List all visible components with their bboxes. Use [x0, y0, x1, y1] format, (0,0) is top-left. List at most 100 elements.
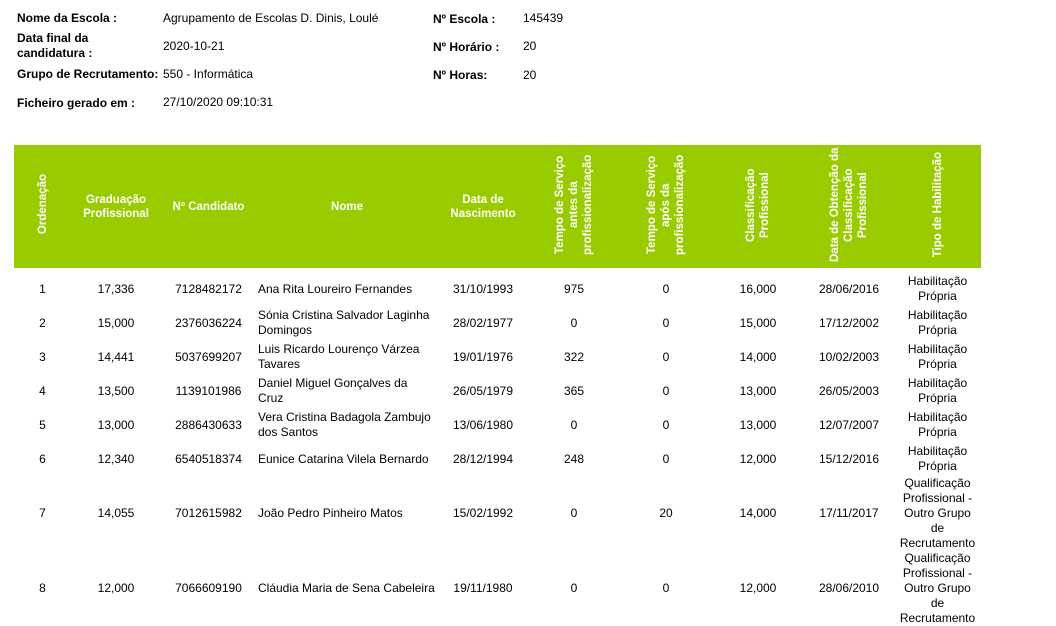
- cell-data-obtencao: 17/11/2017: [819, 506, 879, 520]
- num-escola-value: 145439: [523, 11, 564, 25]
- col-tempo-antes-header: Tempo de Serviço antes da profissionaliz…: [554, 154, 594, 255]
- cell-nome: Eunice Catarina Vilela Bernardo: [258, 451, 429, 466]
- table-header-row: Ordenação Graduação Profissional Nº Cand…: [14, 145, 981, 268]
- cell-nascimento: 28/12/1994: [452, 451, 514, 466]
- cell-nascimento: 26/05/1979: [452, 383, 514, 398]
- cell-data-obtencao: 26/05/2003: [818, 383, 880, 398]
- col-tempo-apos-header: Tempo de Serviço após da profissionaliza…: [646, 154, 686, 255]
- table-row: 4 13,500 1139101986 Daniel Miguel Gonçal…: [14, 374, 981, 408]
- cell-tempo-antes: 365: [563, 383, 585, 398]
- cell-nome: Daniel Miguel Gonçalves da Cruz: [258, 376, 408, 405]
- table-row: 2 15,000 2376036224 Sónia Cristina Salva…: [14, 306, 981, 340]
- cell-nascimento: 31/10/1993: [452, 281, 514, 296]
- cell-tempo-apos: 0: [662, 581, 670, 595]
- cell-ordenacao: 6: [39, 451, 46, 466]
- cell-tipo-habilitacao: Habilitação Própria: [907, 308, 968, 337]
- table-row: 5 13,000 2886430633 Vera Cristina Badago…: [14, 408, 981, 442]
- cell-nascimento: 28/02/1977: [452, 315, 514, 330]
- cell-candidato: 7066609190: [175, 581, 242, 595]
- col-candidato-header: Nº Candidato: [172, 200, 245, 213]
- cell-data-obtencao: 12/07/2007: [818, 417, 880, 432]
- col-data-obtencao-header: Data de Obtenção da Classificação Profis…: [829, 147, 869, 262]
- cell-tipo-habilitacao: Habilitação Própria: [907, 444, 968, 473]
- cell-candidato: 7012615982: [175, 506, 242, 520]
- cell-nome: João Pedro Pinheiro Matos: [258, 506, 403, 520]
- cell-graduacao: 13,500: [97, 383, 135, 398]
- num-horario-value: 20: [523, 39, 537, 53]
- grupo-value: 550 - Informática: [163, 67, 254, 81]
- col-graduacao-header: Graduação Profissional: [83, 193, 149, 220]
- data-final-label: Data final da candidatura :: [17, 31, 93, 60]
- escola-value: Agrupamento de Escolas D. Dinis, Loulé: [163, 11, 379, 25]
- cell-tempo-antes: 0: [570, 315, 578, 330]
- cell-classificacao: 12,000: [739, 451, 777, 466]
- cell-data-obtencao: 15/12/2016: [818, 451, 880, 466]
- ficheiro-value: 27/10/2020 09:10:31: [163, 95, 274, 109]
- cell-classificacao: 12,000: [739, 581, 777, 595]
- cell-tempo-antes: 0: [570, 417, 578, 432]
- num-escola-label: Nº Escola :: [433, 12, 496, 26]
- cell-tempo-apos: 0: [662, 315, 670, 330]
- cell-nome: Vera Cristina Badagola Zambujo dos Santo…: [258, 410, 431, 439]
- table-row: 7 14,055 7012615982 João Pedro Pinheiro …: [14, 476, 981, 551]
- cell-tempo-antes: 248: [563, 451, 585, 466]
- cell-tipo-habilitacao: Habilitação Própria: [907, 274, 968, 303]
- cell-tempo-apos: 0: [662, 383, 670, 398]
- cell-nascimento: 19/11/1980: [453, 581, 513, 595]
- cell-ordenacao: 1: [39, 281, 46, 296]
- cell-tempo-antes: 0: [570, 581, 578, 595]
- cell-ordenacao: 4: [39, 383, 46, 398]
- cell-tipo-habilitacao: Habilitação Própria: [907, 376, 968, 405]
- cell-tempo-antes: 322: [563, 349, 585, 364]
- col-tipo-habilitacao-header: Tipo de Habilitação: [931, 151, 944, 258]
- cell-tempo-antes: 975: [563, 281, 585, 296]
- cell-tempo-apos: 0: [662, 417, 670, 432]
- cell-nascimento: 13/06/1980: [452, 417, 514, 432]
- cell-graduacao: 14,441: [97, 349, 135, 364]
- cell-classificacao: 13,000: [739, 417, 777, 432]
- table-row: 6 12,340 6540518374 Eunice Catarina Vile…: [14, 442, 981, 476]
- cell-nascimento: 19/01/1976: [452, 349, 514, 364]
- col-nome-header: Nome: [331, 200, 363, 213]
- cell-graduacao: 12,000: [97, 581, 135, 595]
- cell-nome: Cláudia Maria de Sena Cabeleira: [258, 581, 435, 595]
- cell-classificacao: 14,000: [739, 349, 777, 364]
- cell-tempo-apos: 0: [662, 349, 670, 364]
- col-ordenacao-header: Ordenação: [36, 174, 49, 235]
- cell-candidato: 2886430633: [175, 417, 242, 432]
- cell-candidato: 1139101986: [175, 383, 242, 398]
- escola-label: Nome da Escola :: [17, 11, 118, 25]
- cell-candidato: 5037699207: [175, 349, 242, 364]
- ficheiro-label: Ficheiro gerado em :: [17, 96, 136, 110]
- cell-ordenacao: 5: [39, 417, 46, 432]
- cell-nome: Ana Rita Loureiro Fernandes: [258, 281, 413, 296]
- cell-tipo-habilitacao: Habilitação Própria: [907, 410, 968, 439]
- num-horario-label: Nº Horário :: [433, 40, 500, 54]
- cell-candidato: 7128482172: [175, 281, 242, 296]
- cell-ordenacao: 3: [39, 349, 46, 364]
- cell-graduacao: 15,000: [97, 315, 135, 330]
- col-classificacao-header: Classificação Profissional: [745, 167, 771, 242]
- cell-nascimento: 15/02/1992: [452, 506, 514, 520]
- cell-ordenacao: 7: [39, 506, 46, 520]
- cell-data-obtencao: 10/02/2003: [818, 349, 880, 364]
- cell-tempo-apos: 20: [659, 506, 673, 520]
- table-row: 3 14,441 5037699207 Luis Ricardo Lourenç…: [14, 340, 981, 374]
- cell-ordenacao: 8: [39, 581, 46, 595]
- cell-tipo-habilitacao: Qualificação Profissional - Outro Grupo …: [899, 476, 976, 550]
- cell-tempo-apos: 0: [662, 281, 670, 296]
- num-horas-value: 20: [523, 68, 537, 82]
- table-row: 1 17,336 7128482172 Ana Rita Loureiro Fe…: [14, 268, 981, 306]
- cell-data-obtencao: 28/06/2016: [818, 281, 880, 296]
- cell-tempo-apos: 0: [662, 451, 670, 466]
- cell-graduacao: 12,340: [97, 451, 135, 466]
- cell-classificacao: 15,000: [739, 315, 777, 330]
- num-horas-label: Nº Horas:: [433, 68, 488, 82]
- cell-graduacao: 14,055: [97, 506, 135, 520]
- cell-classificacao: 13,000: [739, 383, 777, 398]
- cell-nome: Luis Ricardo Lourenço Várzea Tavares: [258, 342, 420, 371]
- cell-tipo-habilitacao: Habilitação Própria: [907, 342, 968, 371]
- cell-classificacao: 16,000: [739, 281, 777, 296]
- cell-candidato: 2376036224: [175, 315, 242, 330]
- cell-data-obtencao: 28/06/2010: [818, 581, 880, 595]
